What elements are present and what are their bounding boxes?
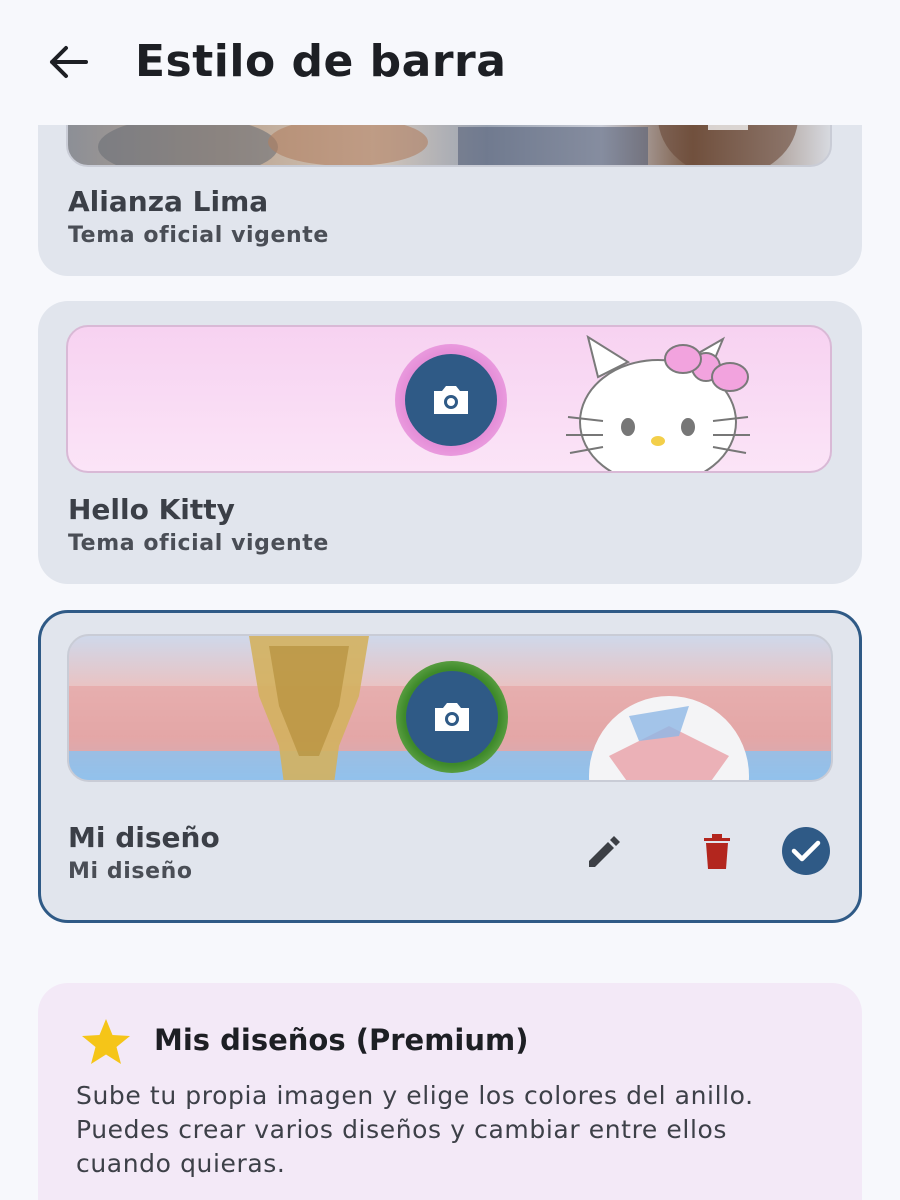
delete-button[interactable] [685,825,749,877]
theme-card-hello-kitty[interactable]: Hello Kitty Tema oficial vigente [38,301,862,584]
app-bar: Estilo de barra [0,0,900,125]
theme-list[interactable]: Alianza Lima Tema oficial vigente Hello … [0,125,900,1200]
camera-button[interactable] [406,671,498,763]
premium-description-line: Sube tu propia imagen y elige los colore… [76,1081,754,1110]
check-circle-icon [782,827,830,875]
theme-name: Hello Kitty [68,493,235,526]
theme-preview-image [66,125,832,167]
theme-name: Mi diseño [68,821,220,854]
star-icon [82,1019,130,1064]
alianza-photo [98,125,798,165]
progress-ring [396,661,508,773]
theme-preview-image [66,325,832,473]
premium-title: Mis diseños (Premium) [154,1023,529,1057]
page-title: Estilo de barra [135,36,507,87]
select-button[interactable] [777,825,835,877]
back-button[interactable] [40,38,96,86]
premium-description-line: cuando quieras. [76,1149,286,1178]
edit-button[interactable] [571,825,635,877]
theme-preview-image [67,634,833,782]
theme-card-alianza-lima[interactable]: Alianza Lima Tema oficial vigente [38,125,862,276]
theme-card-mi-diseno[interactable]: Mi diseño Mi diseño [38,610,862,923]
camera-button[interactable] [405,354,497,446]
premium-description-line: Puedes crear varios diseños y cambiar en… [76,1115,728,1144]
delete-icon [704,834,730,869]
edit-icon [589,836,620,867]
progress-ring [395,344,507,456]
theme-name: Alianza Lima [68,185,269,218]
theme-subtitle: Mi diseño [68,859,193,884]
premium-info-card: Mis diseños (Premium) Sube tu propia ima… [38,983,862,1200]
theme-subtitle: Tema oficial vigente [68,223,329,248]
theme-subtitle: Tema oficial vigente [68,531,329,556]
arrow-back-icon [50,46,88,78]
camera-icon [434,386,468,414]
camera-icon [435,703,469,731]
premium-description: Sube tu propia imagen y elige los colore… [76,1079,836,1181]
